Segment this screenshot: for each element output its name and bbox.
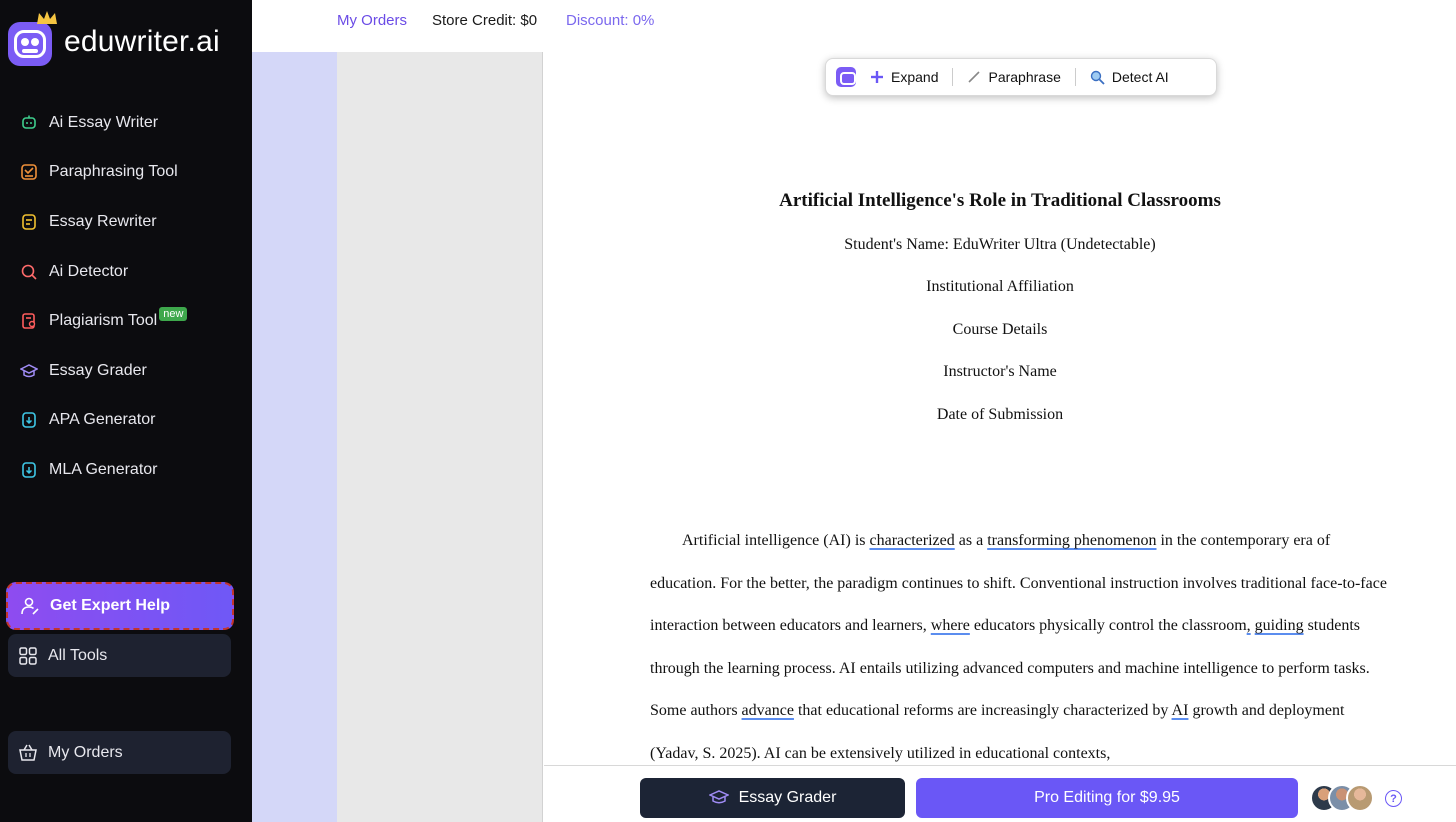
robot-icon: [20, 114, 38, 132]
flagged-word[interactable]: characterized: [869, 532, 954, 549]
plus-icon: [870, 70, 884, 84]
sidebar-item-essay-rewriter[interactable]: Essay Rewriter: [0, 197, 252, 247]
essay-grader-label: Essay Grader: [738, 789, 837, 806]
flagged-word[interactable]: guiding: [1255, 617, 1304, 634]
sidebar-item-apa-generator[interactable]: APA Generator: [0, 396, 252, 446]
detect-ai-label: Detect AI: [1111, 69, 1169, 85]
expand-button[interactable]: Expand: [856, 59, 952, 95]
rewrite-icon: [20, 213, 38, 231]
flagged-word[interactable]: transforming phenomenon: [987, 532, 1156, 549]
sidebar-nav: Ai Essay Writer Paraphrasing Tool Essay …: [0, 98, 252, 495]
student-name: Student's Name: EduWriter Ultra (Undetec…: [844, 236, 1156, 253]
sidebar-item-paraphrasing-tool[interactable]: Paraphrasing Tool: [0, 148, 252, 198]
crown-icon: [37, 11, 57, 24]
instructor-name: Instructor's Name: [943, 363, 1057, 380]
get-expert-help-button[interactable]: Get Expert Help: [6, 582, 234, 630]
store-credit: Store Credit: $0: [432, 12, 538, 29]
submission-date: Date of Submission: [936, 406, 1064, 423]
discount: Discount: 0%: [566, 12, 655, 29]
avatar: [1346, 784, 1374, 812]
paragraph-text: educators physically control the classro…: [969, 617, 1247, 635]
bottom-action-bar: Essay Grader Pro Editing for $9.95 ?: [544, 765, 1456, 822]
help-icon[interactable]: ?: [1385, 790, 1402, 807]
citation-icon: [20, 461, 38, 479]
institutional-affiliation: Institutional Affiliation: [926, 278, 1074, 295]
top-bar: My Orders Store Credit: $0 Discount: 0%: [252, 0, 1456, 52]
sidebar-item-label: Ai Detector: [49, 262, 129, 280]
essay-grader-button[interactable]: Essay Grader: [640, 778, 905, 818]
my-orders-sidebar-button[interactable]: My Orders: [8, 731, 231, 774]
paraphrase-button[interactable]: Paraphrase: [953, 59, 1074, 95]
paraphrase-icon: [20, 163, 38, 181]
user-edit-icon: [20, 596, 40, 616]
all-tools-label: All Tools: [48, 646, 108, 664]
sidebar-item-label: Essay Grader: [49, 361, 147, 379]
paragraph-text: that educational reforms are increasingl…: [793, 702, 1172, 720]
floating-toolbar: Expand Paraphrase Detect AI: [825, 58, 1217, 96]
all-tools-button[interactable]: All Tools: [8, 634, 231, 677]
sidebar-item-essay-grader[interactable]: Essay Grader: [0, 346, 252, 396]
basket-icon: [18, 743, 38, 763]
sidebar-item-plagiarism-tool[interactable]: Plagiarism Tool new: [0, 296, 252, 346]
graduation-cap-icon: [20, 362, 38, 380]
sidebar-item-mla-generator[interactable]: MLA Generator: [0, 445, 252, 495]
essay-document[interactable]: Artificial Intelligence's Role in Tradit…: [544, 52, 1456, 765]
side-panel: [337, 52, 543, 822]
sidebar-item-ai-detector[interactable]: Ai Detector: [0, 247, 252, 297]
my-orders-link[interactable]: My Orders: [337, 12, 407, 29]
sidebar-item-ai-essay-writer[interactable]: Ai Essay Writer: [0, 98, 252, 148]
citation-icon: [20, 411, 38, 429]
flagged-word[interactable]: AI: [1172, 702, 1189, 719]
paragraph-text: as a: [954, 532, 988, 549]
flagged-word[interactable]: advance: [742, 702, 794, 719]
brand-logo[interactable]: eduwriter.ai: [8, 11, 220, 66]
graduation-cap-icon: [708, 789, 729, 807]
robot-logo-icon: [836, 67, 856, 87]
sidebar-item-label: APA Generator: [49, 411, 156, 429]
expand-label: Expand: [891, 69, 939, 85]
paragraph-text: Artificial intelligence (AI) is: [682, 532, 870, 549]
sidebar-item-label: Paraphrasing Tool: [49, 163, 178, 181]
body-paragraph: Artificial intelligence (AI) is characte…: [650, 520, 1390, 765]
document-title: Artificial Intelligence's Role in Tradit…: [779, 190, 1221, 211]
flagged-word[interactable]: where: [931, 617, 970, 634]
plagiarism-icon: [20, 312, 38, 330]
magnifier-icon: [1090, 70, 1105, 85]
detect-ai-button[interactable]: Detect AI: [1076, 59, 1183, 95]
sidebar-item-label: Essay Rewriter: [49, 212, 157, 230]
brand-name: eduwriter.ai: [64, 25, 220, 58]
pro-editing-button[interactable]: Pro Editing for $9.95: [916, 778, 1298, 818]
my-orders-label: My Orders: [48, 743, 123, 761]
left-gutter: [252, 52, 337, 822]
search-icon: [20, 263, 38, 281]
grid-icon: [18, 646, 38, 666]
paraphrase-label: Paraphrase: [988, 69, 1061, 85]
course-details: Course Details: [952, 321, 1048, 338]
get-expert-help-label: Get Expert Help: [50, 597, 171, 614]
sidebar-item-label: Plagiarism Tool: [49, 312, 158, 330]
sidebar: eduwriter.ai Ai Essay Writer Paraphrasin…: [0, 0, 252, 822]
sidebar-item-label: MLA Generator: [49, 460, 158, 478]
pen-icon: [967, 70, 981, 84]
robot-logo-icon: [8, 11, 57, 66]
new-badge: new: [159, 307, 188, 322]
sidebar-item-label: Ai Essay Writer: [49, 113, 159, 131]
